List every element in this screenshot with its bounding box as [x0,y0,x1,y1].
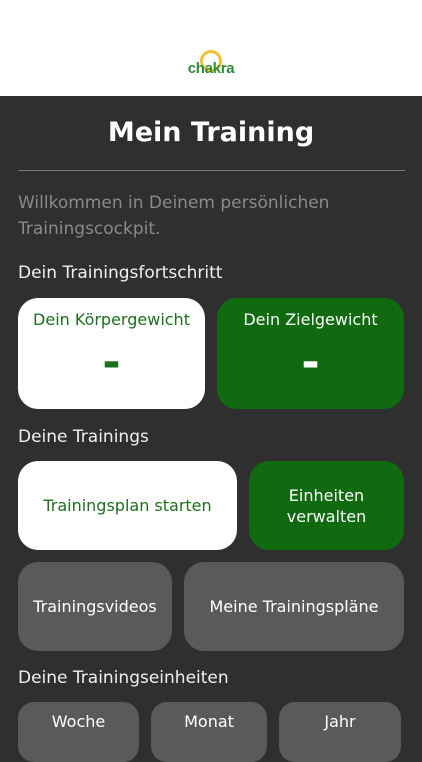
tab-year[interactable]: Jahr [279,702,401,762]
progress-section-label: Dein Trainingsfortschritt [18,263,223,283]
my-plans-button[interactable]: Meine Trainingspläne [184,562,404,651]
manage-units-button[interactable]: Einheiten verwalten [249,461,404,550]
target-weight-value: - [301,337,320,388]
body-weight-card[interactable]: Dein Körpergewicht - [18,298,205,409]
my-plans-label: Meine Trainingspläne [209,597,379,616]
logo-text: chakra [187,60,235,77]
title-divider [18,170,405,171]
trainings-section-label: Deine Trainings [18,427,149,447]
tab-week-label: Woche [51,712,106,731]
body-weight-value: - [102,337,121,388]
training-videos-label: Trainingsvideos [33,597,157,616]
manage-units-label: Einheiten verwalten [286,485,367,526]
start-plan-button[interactable]: Trainingsplan starten [18,461,237,550]
body-weight-label: Dein Körpergewicht [33,310,190,329]
tab-month[interactable]: Monat [151,702,267,762]
target-weight-card[interactable]: Dein Zielgewicht - [217,298,404,409]
tab-month-label: Monat [184,712,234,731]
tab-week[interactable]: Woche [18,702,139,762]
units-section-label: Deine Trainingseinheiten [18,668,229,688]
chakra-logo[interactable]: chakra [186,50,236,80]
welcome-text: Willkommen in Deinem persönlichen Traini… [18,193,330,239]
start-plan-label: Trainingsplan starten [43,496,212,515]
tab-year-label: Jahr [324,712,356,731]
training-videos-button[interactable]: Trainingsvideos [18,562,172,651]
page-title: Mein Training [107,117,315,148]
target-weight-label: Dein Zielgewicht [243,310,378,329]
app-header: chakra [0,0,422,96]
